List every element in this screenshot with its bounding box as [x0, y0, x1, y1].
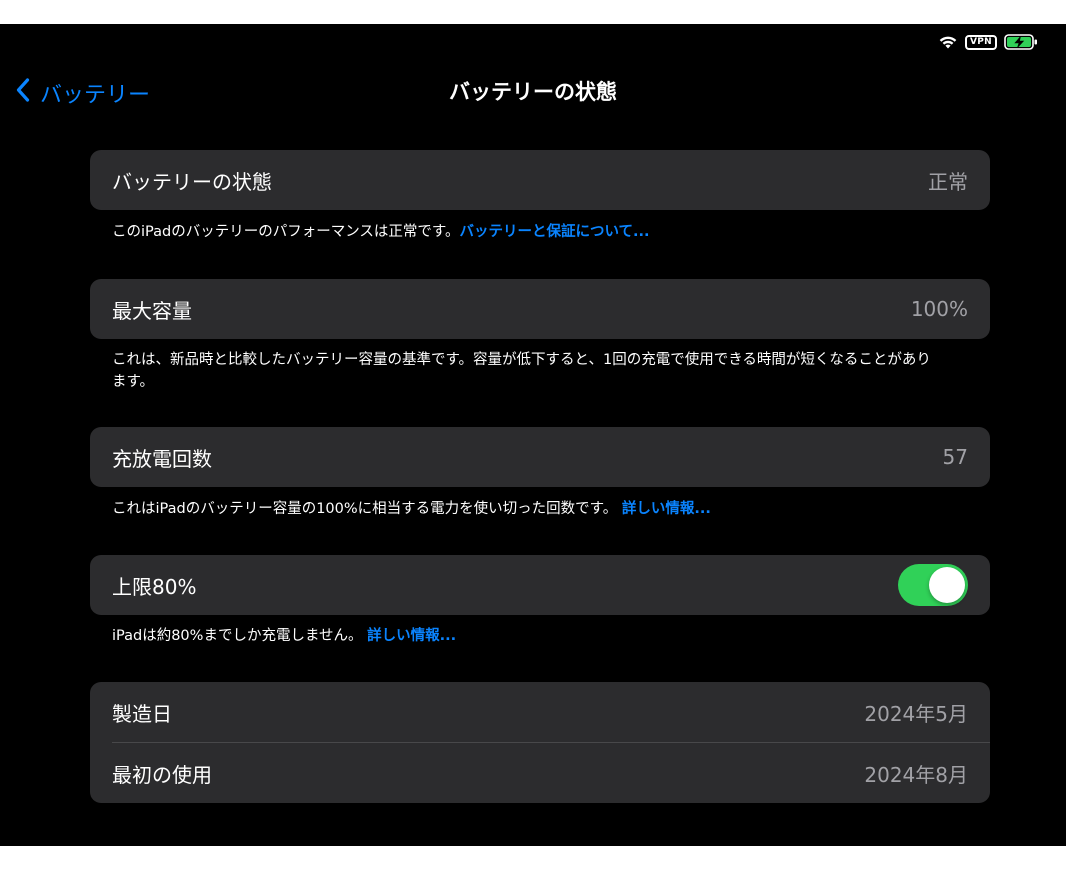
- page-title: バッテリーの状態: [449, 80, 617, 104]
- battery-health-footer-text: このiPadのバッテリーのパフォーマンスは正常です。: [112, 224, 460, 240]
- charge-limit-footer: iPadは約80%までしか充電しません。 詳しい情報...: [112, 625, 942, 647]
- cycle-count-footer-text: これはiPadのバッテリー容量の100%に相当する電力を使い切った回数です。: [112, 501, 618, 517]
- max-capacity-footer: これは、新品時と比較したバッテリー容量の基準です。容量が低下すると、1回の充電で…: [112, 349, 942, 393]
- back-button[interactable]: バッテリー: [16, 77, 150, 109]
- dates-group: 製造日 2024年5月 最初の使用 2024年8月: [90, 682, 990, 803]
- first-use-value: 2024年8月: [864, 762, 968, 787]
- max-capacity-label: 最大容量: [112, 298, 192, 323]
- charge-limit-label: 上限80%: [112, 574, 197, 599]
- chevron-left-icon: [16, 78, 30, 108]
- manufacture-date-label: 製造日: [112, 701, 172, 726]
- battery-health-footer: このiPadのバッテリーのパフォーマンスは正常です。バッテリーと保証について..…: [112, 221, 942, 243]
- settings-screen: VPN バッテリー バッテリーの状態 バッテリーの状態 正常 このiPadのバッ…: [0, 24, 1066, 846]
- cycle-count-info-link[interactable]: 詳しい情報...: [622, 501, 711, 517]
- wifi-icon: [938, 35, 958, 50]
- battery-charging-icon: [1004, 34, 1038, 50]
- max-capacity-row: 最大容量 100%: [90, 279, 990, 339]
- first-use-row: 最初の使用 2024年8月: [90, 743, 990, 803]
- charge-limit-info-link[interactable]: 詳しい情報...: [367, 628, 456, 644]
- charge-limit-toggle[interactable]: [898, 564, 968, 606]
- max-capacity-footer-text: これは、新品時と比較したバッテリー容量の基準です。容量が低下すると、1回の充電で…: [112, 352, 931, 390]
- cycle-count-label: 充放電回数: [112, 446, 212, 471]
- battery-health-label: バッテリーの状態: [112, 169, 272, 194]
- manufacture-date-row: 製造日 2024年5月: [90, 682, 990, 742]
- vpn-badge: VPN: [965, 34, 997, 50]
- battery-health-row: バッテリーの状態 正常: [90, 150, 990, 210]
- manufacture-date-value: 2024年5月: [864, 701, 968, 726]
- max-capacity-value: 100%: [910, 297, 968, 321]
- status-bar: VPN: [938, 33, 1038, 51]
- cycle-count-row: 充放電回数 57: [90, 427, 990, 487]
- cycle-count-value: 57: [942, 445, 968, 469]
- charge-limit-footer-text: iPadは約80%までしか充電しません。: [112, 628, 363, 644]
- battery-health-value: 正常: [928, 169, 968, 194]
- battery-warranty-link[interactable]: バッテリーと保証について...: [459, 224, 649, 240]
- cycle-count-footer: これはiPadのバッテリー容量の100%に相当する電力を使い切った回数です。 詳…: [112, 498, 942, 520]
- back-label: バッテリー: [40, 83, 151, 108]
- toggle-knob: [929, 567, 965, 603]
- first-use-label: 最初の使用: [112, 762, 212, 787]
- charge-limit-row: 上限80%: [90, 555, 990, 615]
